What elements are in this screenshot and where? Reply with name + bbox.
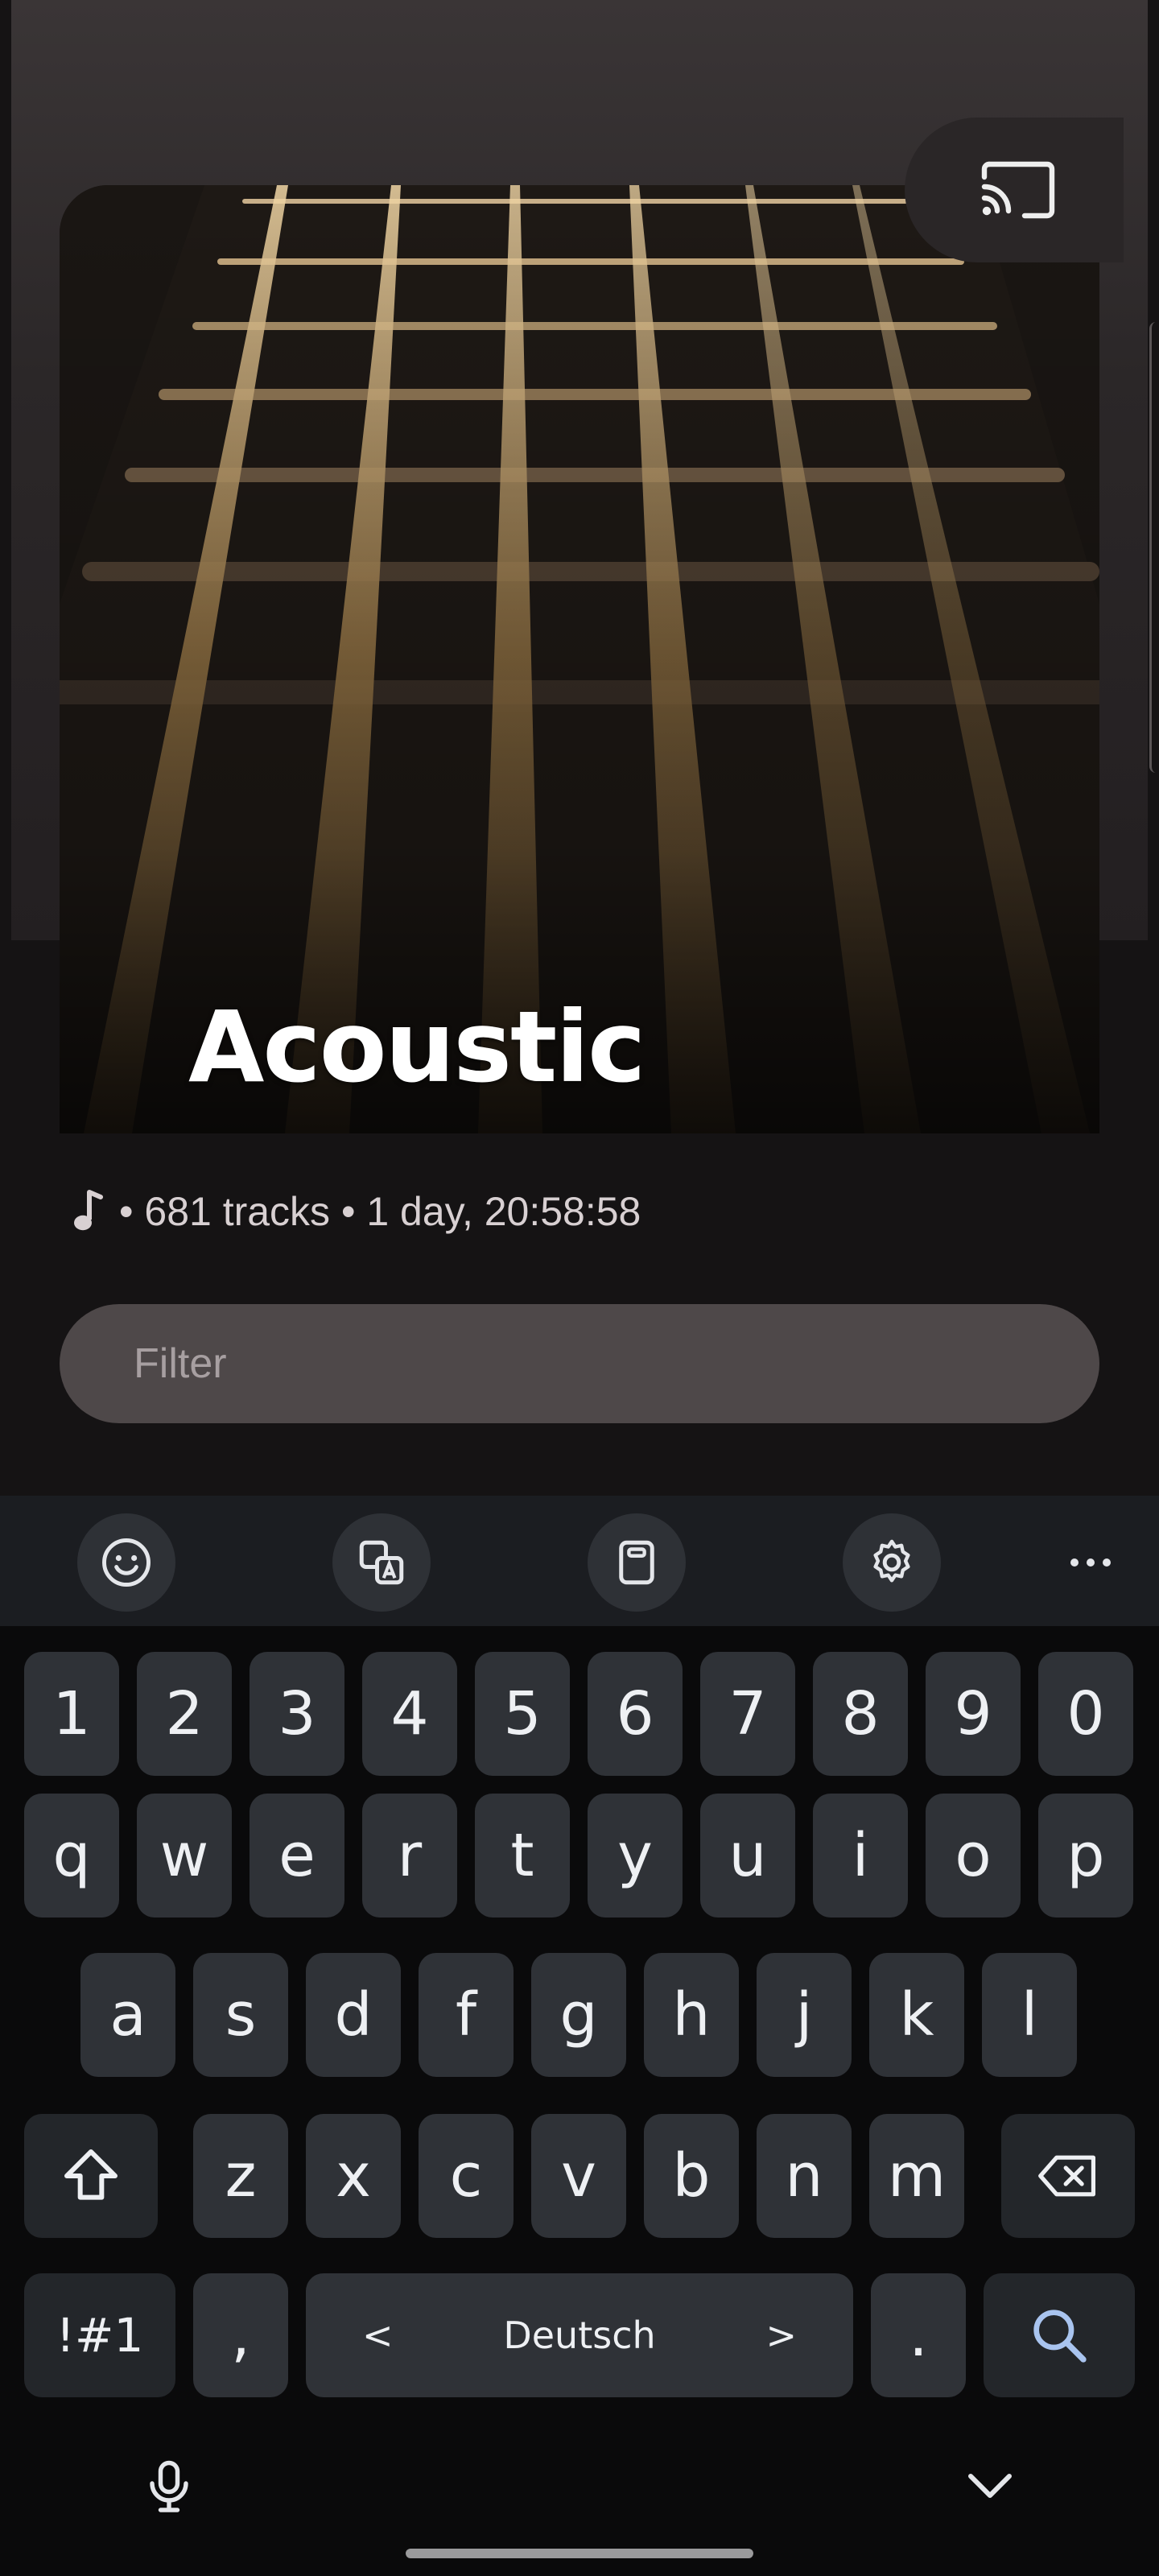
cast-button[interactable] [905, 118, 1124, 262]
filter-field[interactable] [60, 1304, 1099, 1423]
letter-key-t[interactable]: t [475, 1794, 570, 1918]
letter-key-c[interactable]: c [419, 2114, 514, 2238]
backspace-key[interactable] [1001, 2114, 1135, 2238]
letter-key-k[interactable]: k [869, 1953, 964, 2077]
number-key-0[interactable]: 0 [1038, 1652, 1133, 1776]
soft-keyboard: !#1 , < Deutsch > . 1234567890 qwer t y u… [0, 1496, 1159, 2576]
number-key-2[interactable]: 2 [137, 1652, 232, 1776]
space-language-label: Deutsch [503, 2314, 656, 2357]
clipboard-icon [619, 1540, 654, 1585]
search-key[interactable] [984, 2273, 1135, 2397]
space-key[interactable]: < Deutsch > [306, 2273, 853, 2397]
keyboard-toolbar [0, 1496, 1159, 1626]
number-key-7[interactable]: 7 [700, 1652, 795, 1776]
comma-key[interactable]: , [193, 2273, 288, 2397]
letter-key-e[interactable]: e [250, 1794, 344, 1918]
number-key-1[interactable]: 1 [24, 1652, 119, 1776]
letter-key-z[interactable]: z [193, 2114, 288, 2238]
search-icon [1033, 2310, 1087, 2363]
symbols-key[interactable]: !#1 [24, 2273, 175, 2397]
letter-key-o[interactable]: o [926, 1794, 1021, 1918]
music-note-icon [74, 1190, 103, 1231]
home-indicator[interactable] [406, 2549, 753, 2558]
number-key-9[interactable]: 9 [926, 1652, 1021, 1776]
more-options-button[interactable] [1041, 1513, 1140, 1612]
playlist-title: Acoustic [188, 990, 645, 1104]
keyboard-settings-button[interactable] [843, 1513, 941, 1612]
language-prev-arrow: < [362, 2314, 394, 2357]
letter-key-r[interactable]: r [362, 1794, 457, 1918]
letter-key-j[interactable]: j [757, 1953, 852, 2077]
letter-key-f[interactable]: f [419, 1953, 514, 2077]
microphone-icon [150, 2460, 188, 2512]
more-icon [1070, 1558, 1111, 1567]
playlist-artwork: Acoustic [60, 185, 1099, 1133]
number-key-3[interactable]: 3 [250, 1652, 344, 1776]
letter-key-b[interactable]: b [644, 2114, 739, 2238]
filter-input[interactable] [134, 1340, 1099, 1388]
backspace-icon [1038, 2155, 1095, 2197]
letter-key-h[interactable]: h [644, 1953, 739, 2077]
letter-key-x[interactable]: x [306, 2114, 401, 2238]
emoji-button[interactable] [77, 1513, 175, 1612]
playlist-stats: • 681 tracks • 1 day, 20:58:58 [119, 1189, 641, 1234]
letter-key-l[interactable]: l [982, 1953, 1077, 2077]
settings-icon [873, 1539, 910, 1583]
cast-icon [981, 161, 1055, 219]
letter-key-i[interactable]: i [813, 1794, 908, 1918]
letter-key-y[interactable]: y [588, 1794, 683, 1918]
period-key[interactable]: . [871, 2273, 966, 2397]
letter-key-s[interactable]: s [193, 1953, 288, 2077]
letter-key-n[interactable]: n [757, 2114, 852, 2238]
translate-button[interactable] [332, 1513, 431, 1612]
letter-key-g[interactable]: g [531, 1953, 626, 2077]
voice-input-button[interactable] [129, 2446, 209, 2526]
letter-key-q[interactable]: q [24, 1794, 119, 1918]
number-key-5[interactable]: 5 [475, 1652, 570, 1776]
number-key-6[interactable]: 6 [588, 1652, 683, 1776]
letter-key-m[interactable]: m [869, 2114, 964, 2238]
shift-icon [64, 2149, 118, 2200]
shift-key[interactable] [24, 2114, 158, 2238]
translate-icon [359, 1540, 404, 1585]
emoji-icon [102, 1538, 151, 1587]
letter-key-p[interactable]: p [1038, 1794, 1133, 1918]
scrollbar[interactable] [1149, 322, 1159, 773]
number-key-4[interactable]: 4 [362, 1652, 457, 1776]
letter-key-w[interactable]: w [137, 1794, 232, 1918]
letter-key-u[interactable]: u [700, 1794, 795, 1918]
hide-keyboard-button[interactable] [950, 2446, 1030, 2526]
letter-key-a[interactable]: a [80, 1953, 175, 2077]
language-next-arrow: > [765, 2314, 797, 2357]
number-key-8[interactable]: 8 [813, 1652, 908, 1776]
letter-key-d[interactable]: d [306, 1953, 401, 2077]
letter-key-v[interactable]: v [531, 2114, 626, 2238]
playlist-meta: • 681 tracks • 1 day, 20:58:58 [68, 1183, 641, 1240]
clipboard-button[interactable] [588, 1513, 686, 1612]
chevron-down-icon [968, 2474, 1012, 2498]
